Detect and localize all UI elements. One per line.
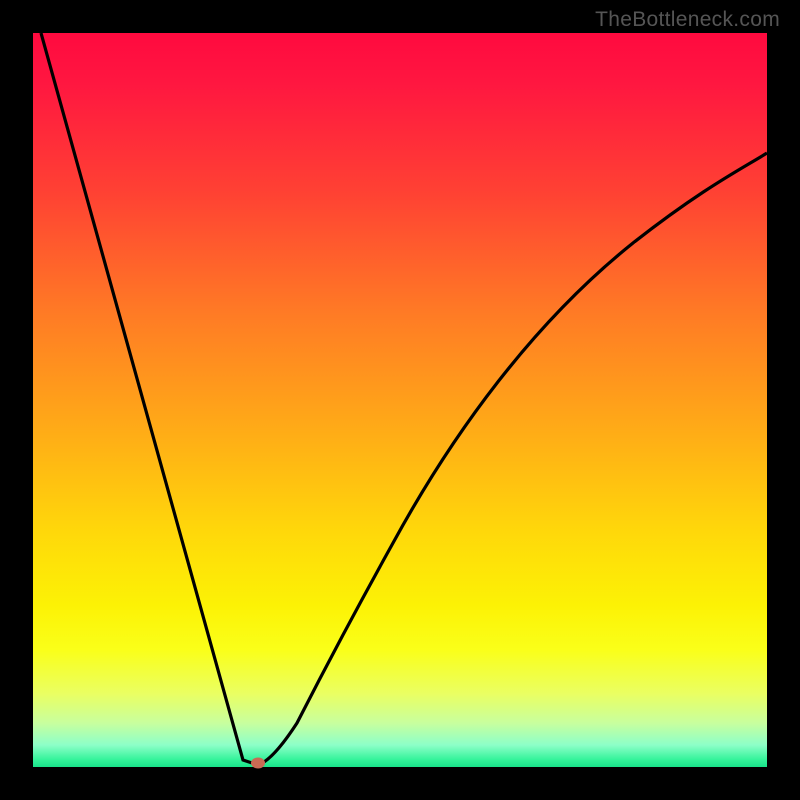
- plot-gradient-area: [33, 33, 767, 767]
- curve-path: [41, 33, 767, 765]
- minimum-marker-icon: [251, 758, 265, 769]
- chart-frame: TheBottleneck.com: [0, 0, 800, 800]
- watermark-text: TheBottleneck.com: [595, 8, 780, 32]
- bottleneck-curve: [33, 33, 767, 767]
